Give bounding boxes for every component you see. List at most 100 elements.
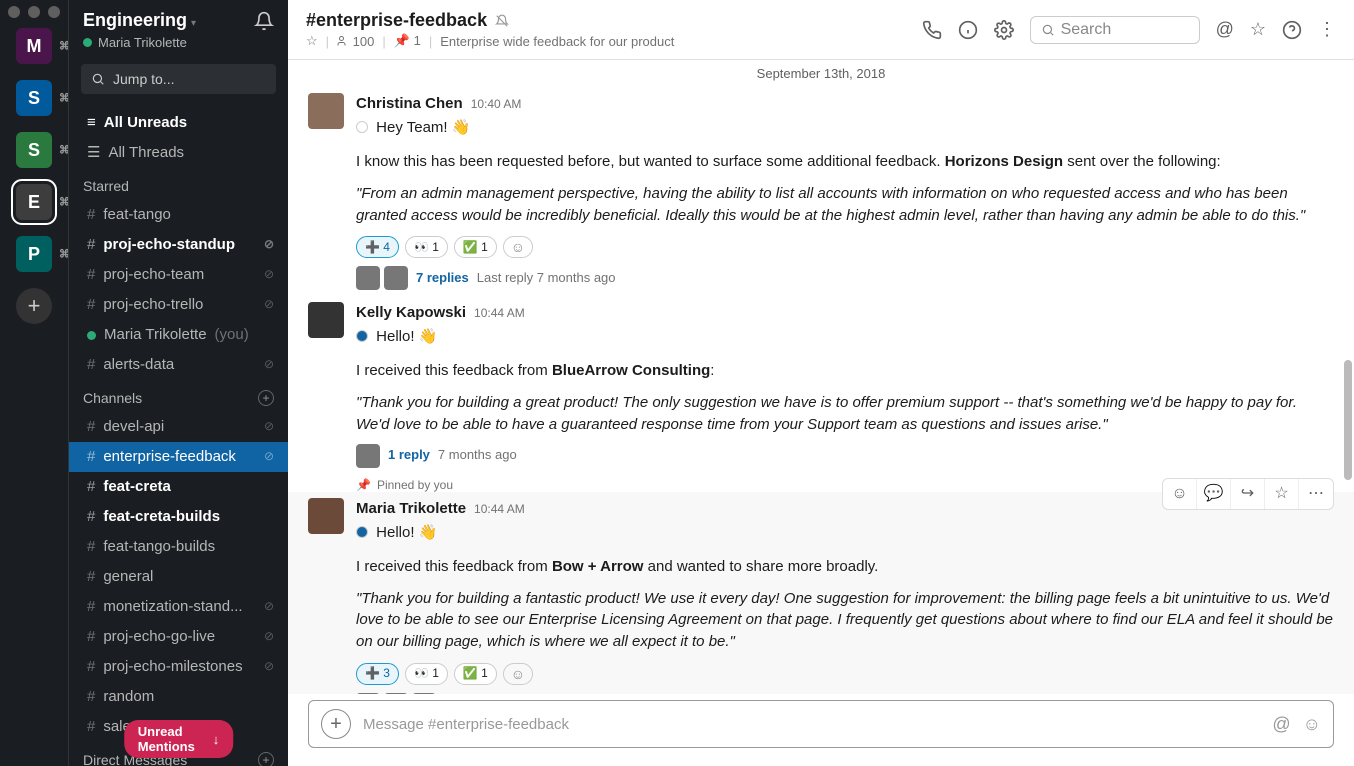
sidebar-item[interactable]: #random [69,682,288,712]
unread-mentions-badge[interactable]: Unread Mentions↓ [124,720,234,758]
pins-count[interactable]: 📌 1 [394,33,421,49]
sidebar-item[interactable]: #general [69,562,288,592]
workspace-square[interactable]: P⌘5 [16,236,52,272]
reaction[interactable]: ✅ 1 [454,663,497,685]
add-channel-icon[interactable]: + [258,390,274,406]
sidebar-item[interactable]: #proj-echo-standup⊘ [69,230,288,260]
message-author[interactable]: Christina Chen [356,93,463,115]
sidebar-item[interactable]: #devel-api⊘ [69,412,288,442]
thread-reply-avatar [384,266,408,290]
user-avatar[interactable] [308,93,344,129]
message-text: I received this feedback from BlueArrow … [356,360,1334,382]
thread-summary[interactable]: 7 replies Last reply 7 months ago [356,266,1334,290]
add-dm-icon[interactable]: + [258,752,274,766]
react-icon[interactable]: ☺ [1163,479,1197,509]
sidebar-item[interactable]: #monetization-stand...⊘ [69,592,288,622]
reactions: ➕ 4 👀 1 ✅ 1 ☺ [356,236,1334,258]
channel-name[interactable]: #enterprise-feedback [306,10,487,31]
reaction[interactable]: 👀 1 [405,663,448,685]
current-user-status[interactable]: Maria Trikolette [69,35,288,60]
workspace-menu[interactable]: Engineering▾ [83,10,196,31]
workspace-square[interactable]: E⌘4 [16,184,52,220]
status-emoji [356,526,368,538]
add-workspace-icon[interactable]: + [16,288,52,324]
share-icon[interactable]: ↪ [1231,479,1265,509]
star-list-icon[interactable]: ☆ [1250,19,1266,40]
sidebar-item[interactable]: #feat-creta [69,472,288,502]
muted-icon: ⊘ [264,265,274,284]
all-threads[interactable]: ☰All Threads [69,138,288,168]
mute-icon [495,14,509,28]
sidebar-item[interactable]: #feat-tango [69,200,288,230]
thread-summary[interactable]: 3 replies Last reply 7 months ago [356,693,1334,694]
muted-icon: ⊘ [264,295,274,314]
add-reaction-icon[interactable]: ☺ [503,236,533,258]
thread-reply-avatar [356,693,380,694]
mentions-icon[interactable]: @ [1216,19,1234,40]
attach-icon[interactable]: + [321,709,351,739]
muted-icon: ⊘ [264,447,274,466]
message-quote: "From an admin management perspective, h… [356,183,1334,227]
message-quote: "Thank you for building a great product!… [356,392,1334,436]
message-hover-actions: ☺ 💬 ↪ ☆ ⋯ [1162,478,1334,510]
thread-reply-avatar [356,444,380,468]
sidebar-item[interactable]: #proj-echo-trello⊘ [69,290,288,320]
reaction[interactable]: ✅ 1 [454,236,497,258]
sidebar-item[interactable]: #proj-echo-milestones⊘ [69,652,288,682]
star-icon[interactable]: ☆ [1265,479,1299,509]
emoji-icon[interactable]: ☺ [1303,714,1321,735]
help-icon[interactable] [1282,20,1302,40]
message-author[interactable]: Maria Trikolette [356,498,466,520]
muted-icon: ⊘ [264,627,274,646]
reaction[interactable]: 👀 1 [405,236,448,258]
reactions: ➕ 3 👀 1 ✅ 1 ☺ [356,663,1334,685]
star-channel-icon[interactable]: ☆ [306,33,318,49]
channels-section-header[interactable]: Channels + [69,380,288,412]
mention-icon[interactable]: @ [1272,714,1290,735]
user-avatar[interactable] [308,302,344,338]
scrollbar-thumb[interactable] [1344,360,1352,480]
reaction[interactable]: ➕ 3 [356,663,399,685]
sidebar-item[interactable]: #enterprise-feedback⊘ [69,442,288,472]
thread-summary[interactable]: 1 reply 7 months ago [356,444,1334,468]
info-icon[interactable] [958,20,978,40]
workspace-square[interactable]: S⌘3 [16,132,52,168]
sidebar-item[interactable]: #feat-tango-builds [69,532,288,562]
user-avatar[interactable] [308,498,344,534]
more-actions-icon[interactable]: ⋯ [1299,479,1333,509]
message-author[interactable]: Kelly Kapowski [356,302,466,324]
starred-section-header[interactable]: Starred [69,168,288,200]
sidebar-item[interactable]: #proj-echo-team⊘ [69,260,288,290]
members-count[interactable]: 100 [337,34,374,49]
search-input[interactable]: Search [1030,16,1200,44]
message-timestamp[interactable]: 10:40 AM [471,96,522,114]
pin-icon: 📌 [356,478,371,492]
thread-icon[interactable]: 💬 [1197,479,1231,509]
sidebar-item[interactable]: #feat-creta-builds [69,502,288,532]
channel-topic[interactable]: Enterprise wide feedback for our product [440,34,674,49]
message-timestamp[interactable]: 10:44 AM [474,501,525,519]
message-timestamp[interactable]: 10:44 AM [474,305,525,323]
date-divider: September 13th, 2018 [288,60,1354,87]
call-icon[interactable] [922,20,942,40]
settings-icon[interactable] [994,20,1014,40]
sidebar-item[interactable]: #proj-echo-go-live⊘ [69,622,288,652]
composer-input[interactable]: Message #enterprise-feedback [363,716,1260,733]
status-emoji [356,121,368,133]
workspace-square[interactable]: S⌘2 [16,80,52,116]
sidebar-item[interactable]: #alerts-data⊘ [69,350,288,380]
jump-to-search[interactable]: Jump to... [81,64,276,94]
more-icon[interactable]: ⋮ [1318,19,1336,40]
message: Christina Chen 10:40 AM Hey Team! 👋 I kn… [288,87,1354,296]
sidebar-item[interactable]: Maria Trikolette(you) [69,320,288,350]
all-unreads[interactable]: ≡All Unreads [69,108,288,138]
workspace-square[interactable]: M⌘1 [16,28,52,64]
message-composer[interactable]: + Message #enterprise-feedback @ ☺ [308,700,1334,748]
notifications-icon[interactable] [254,11,274,31]
message-text: I received this feedback from Bow + Arro… [356,556,1334,578]
add-reaction-icon[interactable]: ☺ [503,663,533,685]
reaction[interactable]: ➕ 4 [356,236,399,258]
macos-window-controls[interactable] [8,6,60,18]
muted-icon: ⊘ [264,417,274,436]
workspace-switcher-rail: M⌘1 S⌘2 S⌘3 E⌘4 P⌘5 + [0,0,68,766]
